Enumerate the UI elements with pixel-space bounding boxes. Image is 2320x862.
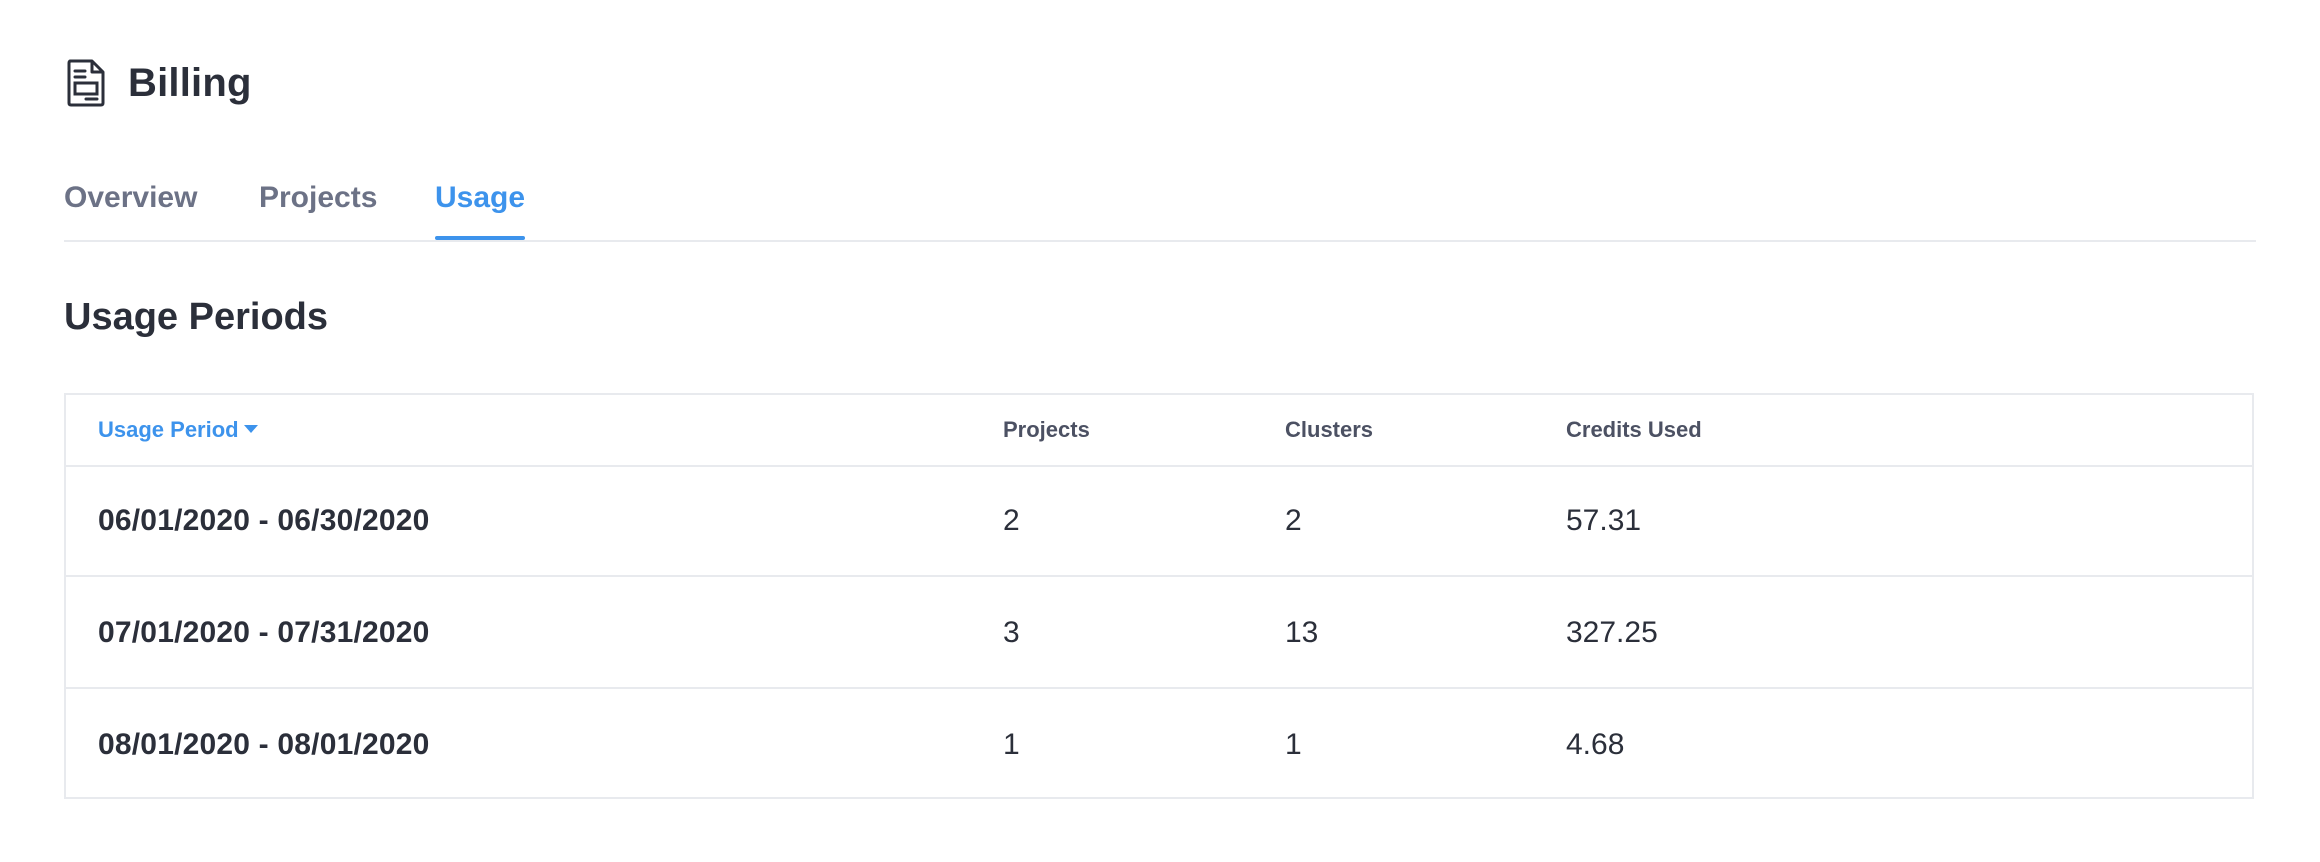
cell-clusters: 13	[1285, 616, 1319, 649]
column-header-credits-used: Credits Used	[1566, 417, 1702, 442]
cell-usage-period: 07/01/2020 - 07/31/2020	[98, 616, 430, 649]
table-header: Usage Period Projects Clusters Credits U…	[66, 395, 2252, 467]
table-row: 06/01/2020 - 06/30/2020 2 2 57.31	[66, 465, 2252, 577]
billing-tabs: Overview Projects Usage	[64, 168, 2256, 242]
page-header: Billing	[66, 58, 252, 108]
cell-projects: 2	[1003, 504, 1020, 537]
column-header-label: Usage Period	[98, 417, 239, 442]
table-row: 07/01/2020 - 07/31/2020 3 13 327.25	[66, 577, 2252, 689]
column-header-clusters: Clusters	[1285, 417, 1374, 442]
page-title: Billing	[128, 60, 252, 105]
tab-usage[interactable]: Usage	[435, 178, 526, 240]
cell-usage-period: 08/01/2020 - 08/01/2020	[98, 728, 430, 761]
tab-projects[interactable]: Projects	[259, 178, 377, 238]
usage-periods-table: Usage Period Projects Clusters Credits U…	[64, 393, 2254, 799]
cell-credits-used: 57.31	[1566, 504, 1642, 537]
cell-clusters: 2	[1285, 504, 1302, 537]
billing-document-icon	[67, 59, 105, 107]
tab-overview[interactable]: Overview	[64, 178, 197, 238]
section-title: Usage Periods	[64, 296, 328, 338]
column-header-projects: Projects	[1003, 417, 1090, 442]
caret-down-icon	[243, 425, 258, 434]
cell-projects: 1	[1003, 728, 1020, 761]
column-header-usage-period[interactable]: Usage Period	[98, 415, 258, 445]
cell-projects: 3	[1003, 616, 1020, 649]
cell-credits-used: 4.68	[1566, 728, 1625, 761]
cell-clusters: 1	[1285, 728, 1302, 761]
table-row: 08/01/2020 - 08/01/2020 1 1 4.68	[66, 689, 2252, 801]
cell-credits-used: 327.25	[1566, 616, 1658, 649]
cell-usage-period: 06/01/2020 - 06/30/2020	[98, 504, 430, 537]
